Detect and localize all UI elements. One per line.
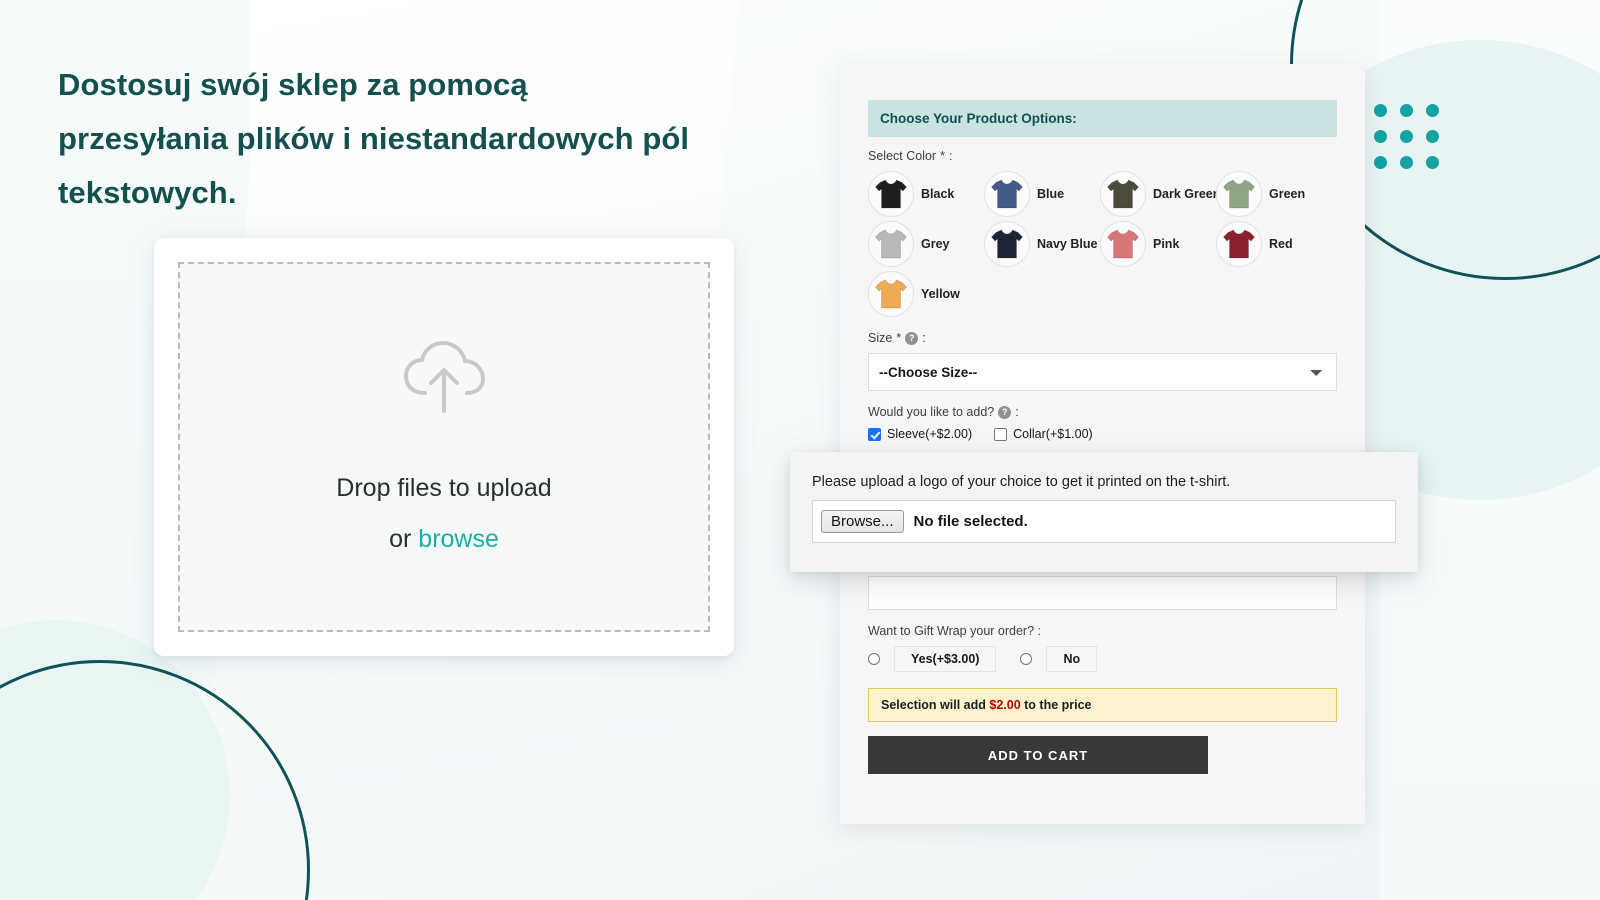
gift-wrap-label: Want to Gift Wrap your order? : [868, 624, 1041, 638]
radio-icon[interactable] [868, 653, 880, 665]
browse-button[interactable]: Browse... [821, 510, 904, 533]
slogan-input[interactable] [868, 576, 1337, 610]
select-color-label: Select Color * : [868, 149, 1337, 163]
select-color-label-text: Select Color [868, 149, 937, 163]
color-option-black[interactable]: Black [868, 171, 978, 217]
file-dropzone[interactable]: Drop files to upload or browse [178, 262, 710, 632]
size-label-text: Size [868, 331, 893, 345]
color-option-label: Blue [1037, 187, 1065, 201]
color-option-label: Grey [921, 237, 950, 251]
cloud-upload-icon [401, 340, 487, 420]
price-notice-prefix: Selection will add [881, 698, 986, 712]
addon-checkbox-label: Collar(+$1.00) [1013, 427, 1093, 441]
checkbox-icon[interactable] [868, 427, 881, 441]
color-option-red[interactable]: Red [1216, 221, 1326, 267]
logo-upload-label: Please upload a logo of your choice to g… [812, 474, 1231, 490]
price-notice: Selection will add $2.00 to the price [868, 688, 1337, 722]
required-asterisk: * [896, 331, 902, 345]
file-status-text: No file selected. [913, 513, 1028, 530]
tshirt-swatch-icon [868, 271, 914, 317]
price-notice-suffix: to the price [1024, 698, 1092, 712]
color-option-label: Pink [1153, 237, 1180, 251]
color-option-label: Black [921, 187, 955, 201]
add-to-cart-button[interactable]: ADD TO CART [868, 736, 1208, 774]
dot [1426, 104, 1439, 117]
gift-wrap-option-label: No [1046, 646, 1098, 672]
radio-icon[interactable] [1020, 653, 1033, 665]
page-headline: Dostosuj swój sklep za pomocą przesyłani… [58, 67, 690, 210]
tshirt-swatch-icon [1100, 221, 1146, 267]
decorative-dot-grid [1374, 104, 1439, 169]
dot [1400, 104, 1413, 117]
color-option-label: Dark Green [1153, 187, 1221, 201]
tshirt-swatch-icon [984, 221, 1030, 267]
tshirt-swatch-icon [1216, 221, 1262, 267]
dot [1400, 156, 1413, 169]
tshirt-swatch-icon [868, 171, 914, 217]
addons-label: Would you like to add? ? : [868, 405, 1337, 419]
logo-upload-popup: Please upload a logo of your choice to g… [790, 452, 1418, 572]
label-colon: : [948, 149, 953, 163]
gift-wrap-option-label: Yes(+$3.00) [894, 646, 997, 672]
color-option-yellow[interactable]: Yellow [868, 271, 978, 317]
size-label: Size * ? : [868, 331, 1337, 345]
addon-checkbox-item[interactable]: Sleeve(+$2.00) [868, 427, 972, 441]
color-option-green[interactable]: Green [1216, 171, 1326, 217]
color-option-grey[interactable]: Grey [868, 221, 978, 267]
label-colon: : [1015, 405, 1019, 419]
color-option-navy-blue[interactable]: Navy Blue [984, 221, 1098, 267]
dot [1374, 104, 1387, 117]
label-colon: : [922, 331, 926, 345]
browse-link[interactable]: browse [418, 525, 499, 553]
addon-checkbox-label: Sleeve(+$2.00) [887, 427, 973, 441]
dot [1374, 156, 1387, 169]
color-option-label: Red [1269, 237, 1293, 251]
addons-label-text: Would you like to add? [868, 405, 995, 419]
dot [1426, 130, 1439, 143]
color-option-blue[interactable]: Blue [984, 171, 1094, 217]
color-option-pink[interactable]: Pink [1100, 221, 1210, 267]
tshirt-swatch-icon [868, 221, 914, 267]
dropzone-subtitle: or browse [389, 525, 499, 554]
gift-wrap-option[interactable]: Yes(+$3.00) [868, 646, 997, 672]
color-option-dark-green[interactable]: Dark Green [1100, 171, 1220, 217]
question-mark-icon[interactable]: ? [905, 331, 919, 345]
dot [1426, 156, 1439, 169]
color-option-label: Navy Blue [1037, 237, 1098, 251]
size-select[interactable]: --Choose Size-- [868, 353, 1337, 391]
addon-checkbox-item[interactable]: Collar(+$1.00) [994, 427, 1093, 441]
checkbox-icon[interactable] [994, 427, 1008, 441]
product-options-panel: Choose Your Product Options: Select Colo… [840, 64, 1365, 824]
question-mark-icon[interactable]: ? [998, 405, 1012, 419]
addons-checkbox-row: Sleeve(+$2.00) Collar(+$1.00) [868, 427, 1337, 441]
required-asterisk: * [940, 149, 945, 163]
product-options-header: Choose Your Product Options: [868, 100, 1337, 137]
color-option-label: Green [1269, 187, 1306, 201]
dropzone-or-text: or [389, 524, 419, 553]
file-upload-card: Drop files to upload or browse [154, 238, 734, 656]
gift-wrap-radio-row: Yes(+$3.00) No [868, 646, 1337, 672]
tshirt-swatch-icon [1100, 171, 1146, 217]
dot [1400, 130, 1413, 143]
tshirt-swatch-icon [984, 171, 1030, 217]
dot [1374, 130, 1387, 143]
dropzone-title: Drop files to upload [336, 473, 552, 502]
file-input-box[interactable]: Browse... No file selected. [812, 500, 1396, 543]
color-swatch-grid: Black Blue Dark Green Green Grey Navy Blue Pin… [868, 171, 1338, 317]
color-option-label: Yellow [921, 287, 960, 301]
tshirt-swatch-icon [1216, 171, 1262, 217]
gift-wrap-option[interactable]: No [1020, 646, 1098, 672]
price-notice-amount: $2.00 [989, 698, 1021, 712]
